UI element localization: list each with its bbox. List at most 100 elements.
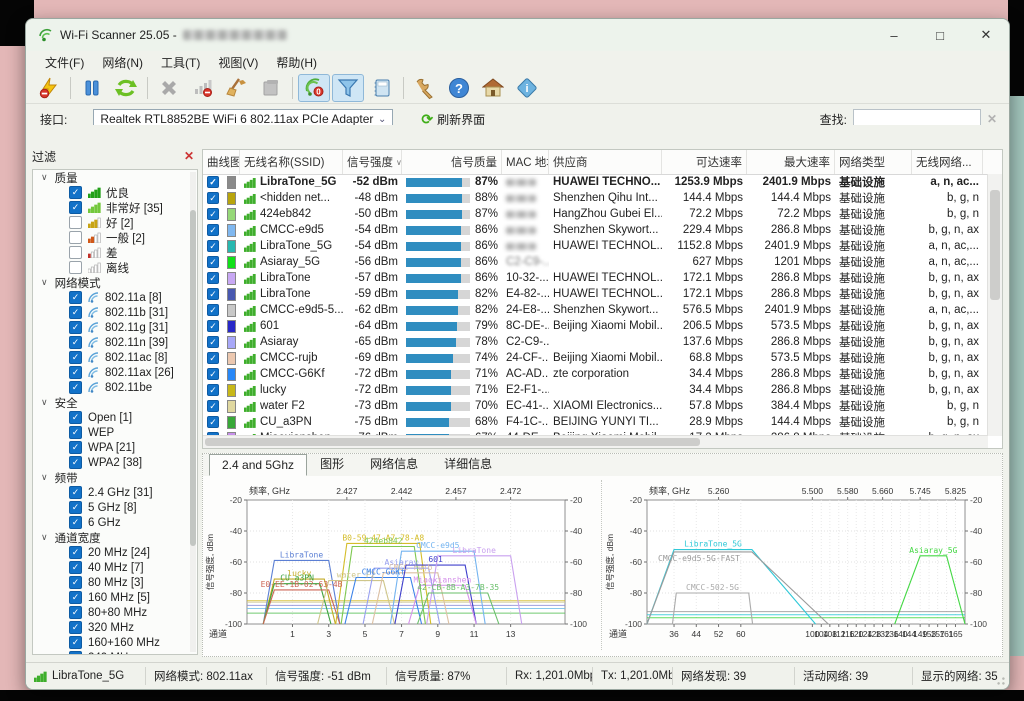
filter-checkbox[interactable]: ✓	[69, 606, 82, 619]
row-checkbox[interactable]: ✓	[207, 240, 219, 252]
menu-item[interactable]: 工具(T)	[152, 52, 209, 73]
row-checkbox[interactable]: ✓	[207, 304, 219, 316]
resize-grip[interactable]	[995, 675, 1007, 687]
row-checkbox[interactable]: ✓	[207, 400, 219, 412]
table-row[interactable]: ✓CU_a3PN-75 dBm68%F4-1C-...BEIJING YUNYI…	[203, 414, 988, 430]
table-row[interactable]: ✓CMCC-G6Kf-72 dBm71%AC-AD...zte corporat…	[203, 366, 988, 382]
clear-button[interactable]	[221, 74, 253, 102]
filter-checkbox[interactable]: ✓	[69, 306, 82, 319]
filter-tree-scrollbar[interactable]	[190, 172, 196, 652]
filter-item[interactable]: ✓80 MHz [3]	[33, 575, 197, 590]
search-clear-icon[interactable]: ✕	[987, 112, 997, 126]
filter-item[interactable]: ✓WEP	[33, 425, 197, 440]
filter-checkbox[interactable]: ✓	[69, 561, 82, 574]
delete-button[interactable]	[153, 74, 185, 102]
filter-checkbox[interactable]: ✓	[69, 636, 82, 649]
column-header[interactable]: 无线网络...	[912, 150, 983, 174]
filter-toggle-button[interactable]	[332, 74, 364, 102]
table-row[interactable]: ✓LibraTone-59 dBm82%E4-82-...HUAWEI TECH…	[203, 286, 988, 302]
filter-item[interactable]: ✓ 802.11ac [8]	[33, 350, 197, 365]
filter-group-频带[interactable]: ∨频带	[33, 470, 197, 485]
maximize-button[interactable]: □	[917, 19, 963, 51]
bottom-tab-3[interactable]: 网络信息	[357, 451, 431, 476]
filter-checkbox[interactable]	[69, 261, 82, 274]
filter-checkbox[interactable]: ✓	[69, 291, 82, 304]
filter-checkbox[interactable]: ✓	[69, 441, 82, 454]
filter-item[interactable]: 离线	[33, 260, 197, 275]
rescan-button[interactable]	[110, 74, 142, 102]
row-checkbox[interactable]: ✓	[207, 176, 219, 188]
row-checkbox[interactable]: ✓	[207, 224, 219, 236]
filter-checkbox[interactable]: ✓	[69, 426, 82, 439]
filter-checkbox[interactable]: ✓	[69, 456, 82, 469]
filter-checkbox[interactable]: ✓	[69, 576, 82, 589]
menu-item[interactable]: 文件(F)	[36, 52, 93, 73]
table-horizontal-scrollbar[interactable]	[203, 435, 988, 448]
sound-alert-toggle-button[interactable]: 0	[298, 74, 330, 102]
row-checkbox[interactable]: ✓	[207, 320, 219, 332]
column-header[interactable]: 可达速率	[662, 150, 747, 174]
filter-checkbox[interactable]: ✓	[69, 411, 82, 424]
filter-item[interactable]: ✓ 802.11ax [26]	[33, 365, 197, 380]
filter-checkbox[interactable]: ✓	[69, 366, 82, 379]
filter-item[interactable]: ✓320 MHz	[33, 620, 197, 635]
filter-item[interactable]: ✓20 MHz [24]	[33, 545, 197, 560]
filter-checkbox[interactable]: ✓	[69, 621, 82, 634]
close-button[interactable]: ✕	[963, 19, 1009, 51]
row-checkbox[interactable]: ✓	[207, 352, 219, 364]
filter-item[interactable]: ✓240 MHz	[33, 650, 197, 655]
table-row[interactable]: ✓424eb842-50 dBm87%HangZhou Gubei El...7…	[203, 206, 988, 222]
row-checkbox[interactable]: ✓	[207, 288, 219, 300]
row-checkbox[interactable]: ✓	[207, 336, 219, 348]
row-checkbox[interactable]: ✓	[207, 384, 219, 396]
filter-item[interactable]: ✓WPA2 [38]	[33, 455, 197, 470]
filter-item[interactable]: ✓ 802.11g [31]	[33, 320, 197, 335]
filter-item[interactable]: ✓非常好 [35]	[33, 200, 197, 215]
table-row[interactable]: ✓601-64 dBm79%8C-DE-...Beijing Xiaomi Mo…	[203, 318, 988, 334]
filter-checkbox[interactable]	[69, 231, 82, 244]
filter-item[interactable]: ✓160 MHz [5]	[33, 590, 197, 605]
filter-item[interactable]: ✓ 802.11b [31]	[33, 305, 197, 320]
filter-group-通道宽度[interactable]: ∨通道宽度	[33, 530, 197, 545]
copy-button[interactable]	[255, 74, 287, 102]
bottom-tab-4[interactable]: 详细信息	[431, 451, 505, 476]
filter-checkbox[interactable]	[69, 246, 82, 259]
filter-group-质量[interactable]: ∨质量	[33, 170, 197, 185]
details-view-button[interactable]	[366, 74, 398, 102]
home-button[interactable]	[477, 74, 509, 102]
signal-disable-button[interactable]	[187, 74, 219, 102]
table-row[interactable]: ✓CMCC-rujb-69 dBm74%24-CF-...Beijing Xia…	[203, 350, 988, 366]
filter-checkbox[interactable]: ✓	[69, 186, 82, 199]
row-checkbox[interactable]: ✓	[207, 256, 219, 268]
filter-checkbox[interactable]: ✓	[69, 351, 82, 364]
settings-button[interactable]	[409, 74, 441, 102]
menu-item[interactable]: 帮助(H)	[267, 52, 326, 73]
menu-item[interactable]: 网络(N)	[93, 52, 152, 73]
bottom-tab-2[interactable]: 图形	[307, 451, 357, 476]
column-header[interactable]: MAC 地址	[502, 150, 549, 174]
filter-item[interactable]: ✓Open [1]	[33, 410, 197, 425]
table-vertical-scrollbar[interactable]	[987, 174, 1002, 436]
column-header[interactable]: 网络类型	[835, 150, 912, 174]
filter-item[interactable]: ✓ 802.11be	[33, 380, 197, 395]
table-row[interactable]: ✓Asiaray-65 dBm78%C2-C9-...137.6 Mbps286…	[203, 334, 988, 350]
column-header[interactable]: 无线名称(SSID)	[240, 150, 343, 174]
table-row[interactable]: ✓<hidden net...-48 dBm88%Shenzhen Qihu I…	[203, 190, 988, 206]
table-row[interactable]: ✓Asiaray_5G-56 dBm86%C2-C9-...627 Mbps12…	[203, 254, 988, 270]
filter-checkbox[interactable]: ✓	[69, 486, 82, 499]
bottom-tab-1[interactable]: 2.4 and 5Ghz	[209, 454, 307, 476]
table-row[interactable]: ✓LibraTone-57 dBm86%10-32-...HUAWEI TECH…	[203, 270, 988, 286]
filter-group-网络模式[interactable]: ∨网络模式	[33, 275, 197, 290]
table-row[interactable]: ✓LibraTone_5G-52 dBm87%HUAWEI TECHNO...1…	[203, 174, 988, 190]
filter-item[interactable]: ✓ 802.11n [39]	[33, 335, 197, 350]
filter-item[interactable]: 好 [2]	[33, 215, 197, 230]
filter-checkbox[interactable]: ✓	[69, 591, 82, 604]
filter-checkbox[interactable]: ✓	[69, 651, 82, 655]
filter-close-icon[interactable]: ✕	[184, 149, 194, 163]
filter-item[interactable]: ✓40 MHz [7]	[33, 560, 197, 575]
filter-checkbox[interactable]	[69, 216, 82, 229]
row-checkbox[interactable]: ✓	[207, 208, 219, 220]
column-header[interactable]: 信号强度 ∨	[343, 150, 402, 174]
table-row[interactable]: ✓lucky-72 dBm71%E2-F1-...34.4 Mbps286.8 …	[203, 382, 988, 398]
filter-item[interactable]: 差	[33, 245, 197, 260]
